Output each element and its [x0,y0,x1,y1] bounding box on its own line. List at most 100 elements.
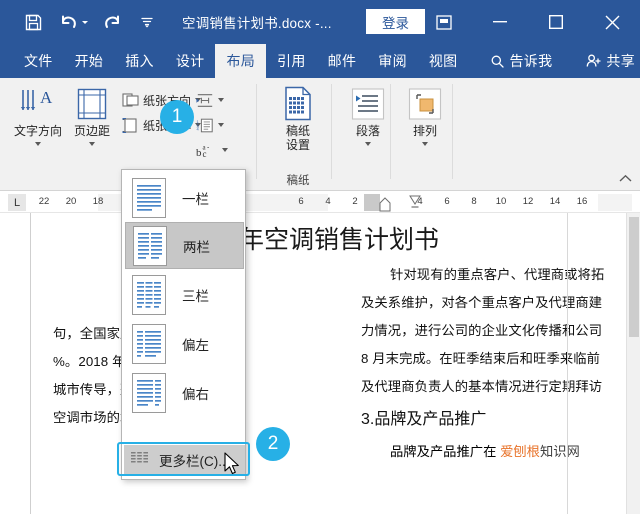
tab-share[interactable]: 共享 [575,44,640,78]
first-line-indent-marker[interactable] [379,197,391,212]
more-columns-icon [131,451,148,469]
ruler-tick: 8 [471,196,477,207]
paragraph-caret[interactable] [365,142,371,146]
tab-stop-label: L [13,196,21,209]
tab-review-label: 审阅 [378,53,407,69]
menu-item-two-columns[interactable]: 两栏 [125,222,244,269]
undo-icon [57,11,79,33]
tab-home-label: 开始 [74,53,104,69]
ruler-tick: 2 [352,196,358,207]
one-column-thumb-icon [132,177,166,218]
undo-button[interactable] [57,11,88,33]
group-separator-1 [256,84,257,179]
tab-mailings[interactable]: 邮件 [317,44,368,78]
arrange-caret[interactable] [422,142,428,146]
step-badge-2-label: 2 [267,433,279,454]
vertical-scrollbar[interactable] [626,213,640,514]
more-columns-label: 更多栏(C)... [159,454,230,469]
tab-design[interactable]: 设计 [165,44,216,78]
tab-stop-selector[interactable]: L [8,194,26,211]
arrange-icon [407,84,443,124]
tab-references-label: 引用 [277,53,306,69]
tab-home[interactable]: 开始 [64,44,115,78]
tab-review[interactable]: 审阅 [367,44,418,78]
left-column-thumb-icon [132,323,166,364]
maximize-icon[interactable] [528,0,584,44]
menu-item-label: 三栏 [182,288,209,304]
group-separator-3 [390,84,391,179]
close-icon[interactable] [584,0,640,44]
horizontal-ruler[interactable]: L 22 20 18 6 4 2 4 6 8 10 12 14 16 [0,191,640,213]
manuscript-group: 稿纸 [265,78,331,191]
tab-mailings-label: 邮件 [327,53,357,69]
tab-references[interactable]: 引用 [266,44,317,78]
arrange-button[interactable]: 排列 [397,84,453,146]
paragraph-icon [350,84,386,124]
quick-access-toolbar [22,11,158,33]
ribbon: A 文字方向 页边距 纸张方向 1 2 3 4 b a - c 稿纸 设置 稿纸… [0,78,640,240]
menu-item-more-columns[interactable]: 更多栏(C)... [124,445,245,475]
customize-qat-icon[interactable] [136,11,158,33]
paragraph-label: 段落 [355,124,380,138]
columns-dropdown-menu[interactable]: 一栏 两栏 三栏 偏左 偏右 更多栏(C)... [121,169,246,480]
ruler-tick: 12 [522,196,534,207]
document-title: 空调销售计划书.docx -... [182,16,332,31]
document-heading: 年空调销售计划书 [239,227,440,254]
tab-tell-me-label: 告诉我 [509,53,553,69]
word-window: 空调销售计划书.docx -... 登录 文件 开始 插入 设计 布局 引用 邮… [0,0,640,514]
document-subheading: 3.品牌及产品推广 [361,411,487,428]
scrollbar-thumb[interactable] [629,217,639,337]
right-column-thumb-icon [132,372,166,413]
tab-layout-label: 布局 [226,53,256,69]
two-columns-thumb-icon [133,225,167,266]
document-canvas[interactable]: 年空调销售计划书 句，全国家用空 %。2018 年上 城市传导，整 空调市场的增… [0,213,640,514]
tab-layout[interactable]: 布局 [215,44,267,78]
document-last-line: 品牌及产品推广在 爱刨根知识网 [390,441,580,460]
page-right-margin [567,213,568,514]
ruler-tick: 16 [576,196,588,207]
menu-item-right[interactable]: 偏右 [125,369,244,416]
left-indent-marker[interactable] [364,194,380,211]
ruler-tick: 18 [92,196,104,207]
ruler-tick: 20 [65,196,77,207]
tab-tell-me[interactable]: 告诉我 [480,44,563,78]
document-text-line: 及关系维护，对各个重点客户及代理商建 [361,295,603,310]
tab-insert[interactable]: 插入 [114,44,165,78]
window-controls [416,0,640,44]
save-icon[interactable] [22,11,44,33]
undo-dropdown-caret[interactable] [82,20,88,24]
menu-divider [123,442,244,443]
minimize-icon[interactable] [472,0,528,44]
menu-item-left[interactable]: 偏左 [125,320,244,367]
ruler-tick: 4 [325,196,331,207]
document-text-line: 及代理商负责人的基本情况进行定期拜访 [361,379,603,394]
ruler-tick: 10 [495,196,507,207]
document-text-line: 力情况，进行公司的企业文化传播和公司 [361,323,603,338]
ruler-tick: 14 [549,196,561,207]
watermark-dark: 知识网 [539,444,580,459]
ribbon-display-options-icon[interactable] [416,0,472,44]
tab-file-label: 文件 [24,53,53,69]
right-indent-marker[interactable] [409,195,421,212]
document-page[interactable]: 年空调销售计划书 句，全国家用空 %。2018 年上 城市传导，整 空调市场的增… [30,213,622,514]
title-bar: 空调销售计划书.docx -... 登录 [0,0,640,44]
menu-item-label: 偏左 [182,337,209,353]
share-person-icon [586,54,602,68]
ruler-tick: 22 [38,196,50,207]
menu-item-one-column[interactable]: 一栏 [125,174,244,221]
three-columns-thumb-icon [132,274,166,315]
paragraph-button[interactable]: 段落 [340,84,396,146]
tab-view[interactable]: 视图 [418,44,469,78]
tab-share-label: 共享 [606,53,635,69]
group-separator-4 [452,84,453,179]
menu-item-three-columns[interactable]: 三栏 [125,271,244,318]
ruler-tick: 6 [298,196,304,207]
menu-item-label: 偏右 [182,386,209,402]
step-badge-1: 1 [160,100,194,134]
tab-file[interactable]: 文件 [13,44,64,78]
collapse-ribbon-icon[interactable] [619,174,632,186]
search-icon [491,55,505,68]
redo-icon[interactable] [101,11,123,33]
document-text-line: 8 月末完成。在旺季结束后和旺季来临前 [361,351,601,366]
tab-design-label: 设计 [175,53,205,69]
